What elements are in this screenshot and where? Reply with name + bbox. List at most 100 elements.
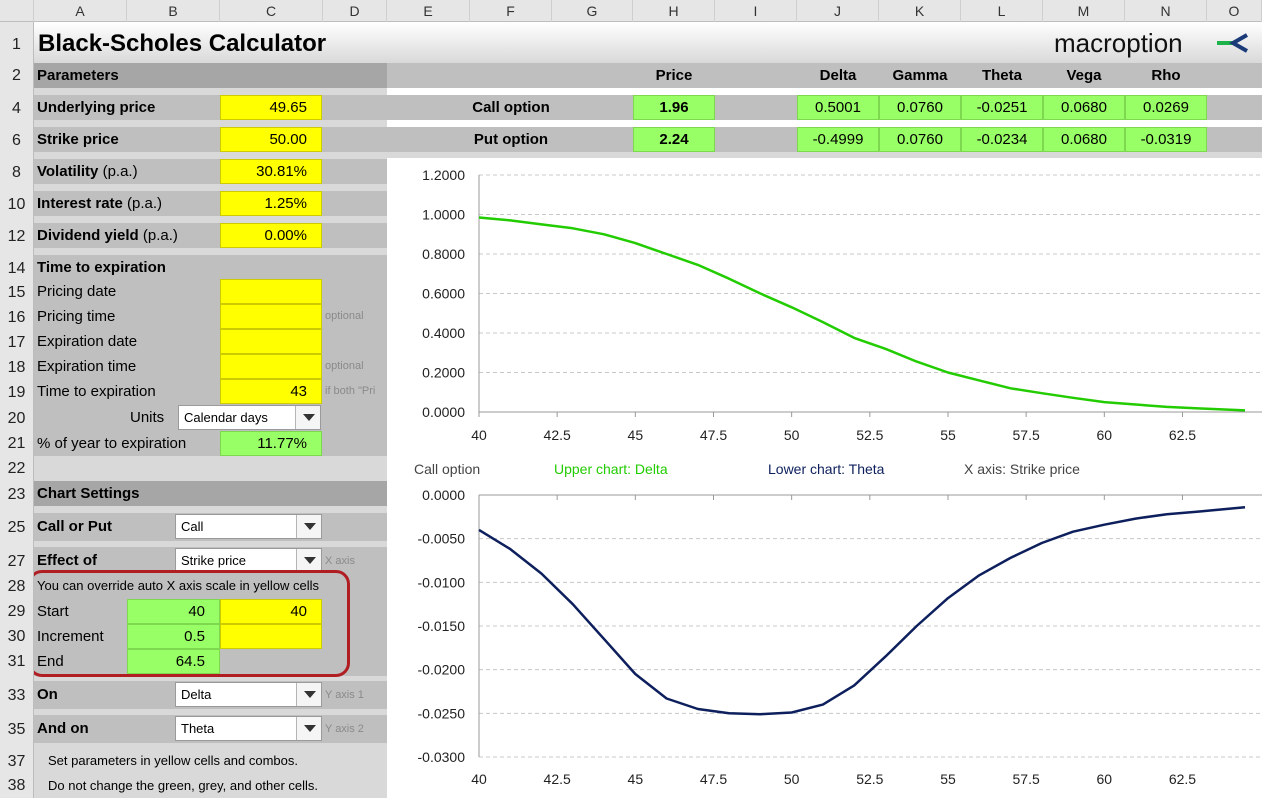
put-vega: 0.0680: [1043, 127, 1125, 152]
row-header-8[interactable]: 8: [0, 159, 34, 184]
effect-label: Effect of: [37, 552, 97, 569]
on-combo[interactable]: Delta: [175, 682, 322, 707]
andon-combo[interactable]: Theta: [175, 716, 322, 741]
greeks-bottom-border: [387, 152, 1262, 158]
pricing-time-input[interactable]: [220, 304, 322, 329]
row-header-14[interactable]: 14: [0, 255, 34, 280]
strike-label: Strike price: [37, 131, 119, 148]
pct-year-label: % of year to expiration: [37, 435, 187, 452]
row-header-12[interactable]: 12: [0, 223, 34, 248]
chevron-down-icon[interactable]: [296, 549, 321, 572]
column-header-e[interactable]: E: [387, 0, 470, 22]
legend-xaxis: X axis: Strike price: [964, 461, 1080, 477]
column-header-k[interactable]: K: [879, 0, 961, 22]
dividend-suffix: (p.a.): [142, 227, 178, 244]
row-header-29[interactable]: 29: [0, 599, 34, 624]
underlying-input[interactable]: 49.65: [220, 95, 322, 120]
row-header-22[interactable]: 22: [0, 456, 34, 481]
volatility-suffix: (p.a.): [102, 163, 138, 180]
theta-chart: 0.0000 -0.0050 -0.0100 -0.0150 -0.0200 -0.025…: [418, 487, 1262, 787]
chevron-down-icon[interactable]: [296, 683, 321, 706]
x-tick-label: 50: [784, 427, 800, 443]
column-header-h[interactable]: H: [633, 0, 715, 22]
row-header-20[interactable]: 20: [0, 405, 34, 430]
row-header-4[interactable]: 4: [0, 95, 34, 120]
row-header-2[interactable]: 2: [0, 63, 34, 88]
y-tick-label: -0.0050: [418, 531, 466, 547]
column-header-j[interactable]: J: [797, 0, 879, 22]
interest-input[interactable]: 1.25%: [220, 191, 322, 216]
row-header-23[interactable]: 23: [0, 481, 34, 506]
column-header-g[interactable]: G: [552, 0, 633, 22]
x-tick-label: 40: [471, 771, 487, 787]
column-header-o[interactable]: O: [1207, 0, 1262, 22]
x-tick-label: 57.5: [1013, 771, 1040, 787]
put-theta: -0.0234: [961, 127, 1043, 152]
units-combo[interactable]: Calendar days: [178, 405, 321, 430]
underlying-label: Underlying price: [37, 99, 156, 116]
tte-input[interactable]: 43: [220, 379, 322, 404]
row-header-10[interactable]: 10: [0, 191, 34, 216]
on-label: On: [37, 686, 58, 703]
put-gamma: 0.0760: [879, 127, 961, 152]
column-header-i[interactable]: I: [715, 0, 797, 22]
call-put-value: Call: [181, 519, 204, 534]
expiration-date-input[interactable]: [220, 329, 322, 354]
strike-input[interactable]: 50.00: [220, 127, 322, 152]
row-header-18[interactable]: 18: [0, 355, 34, 380]
put-price: 2.24: [633, 127, 715, 152]
row-header-37[interactable]: 37: [0, 749, 34, 774]
dividend-label: Dividend yield: [37, 227, 139, 244]
units-label: Units: [130, 409, 165, 426]
row-header-6[interactable]: 6: [0, 127, 34, 152]
x-tick-label: 62.5: [1169, 771, 1196, 787]
put-label: Put option: [473, 131, 549, 148]
chevron-down-icon[interactable]: [296, 515, 321, 538]
chart-settings-title: Chart Settings: [37, 485, 140, 502]
on-note: Y axis 1: [325, 689, 364, 701]
x-tick-label: 60: [1097, 771, 1113, 787]
y-tick-label: -0.0150: [418, 618, 466, 634]
column-header-a[interactable]: A: [34, 0, 127, 22]
dividend-input[interactable]: 0.00%: [220, 223, 322, 248]
tte-note: if both "Pri: [325, 385, 376, 397]
volatility-input[interactable]: 30.81%: [220, 159, 322, 184]
row-header-28[interactable]: 28: [0, 575, 34, 599]
row-header-1[interactable]: 1: [0, 22, 34, 63]
chevron-down-icon[interactable]: [296, 717, 321, 740]
expiration-time-input[interactable]: [220, 354, 322, 379]
x-tick-label: 45: [628, 427, 644, 443]
row-header-16[interactable]: 16: [0, 305, 34, 330]
pricing-date-input[interactable]: [220, 279, 322, 304]
row-header-27[interactable]: 27: [0, 547, 34, 575]
row-header-30[interactable]: 30: [0, 624, 34, 649]
column-header-f[interactable]: F: [470, 0, 552, 22]
row-header-25[interactable]: 25: [0, 513, 34, 541]
call-put-combo[interactable]: Call: [175, 514, 322, 539]
row-header-31[interactable]: 31: [0, 649, 34, 674]
column-header-c[interactable]: C: [220, 0, 323, 22]
column-header-l[interactable]: L: [961, 0, 1043, 22]
x-tick-label: 62.5: [1169, 427, 1196, 443]
interest-label: Interest rate: [37, 195, 123, 212]
chevron-down-icon[interactable]: [295, 406, 320, 429]
column-header-d[interactable]: D: [323, 0, 387, 22]
instruction-1: Set parameters in yellow cells and combo…: [48, 753, 299, 768]
row-header-33[interactable]: 33: [0, 681, 34, 709]
column-header-b[interactable]: B: [127, 0, 220, 22]
call-theta: -0.0251: [961, 95, 1043, 120]
row-header-38[interactable]: 38: [0, 774, 34, 798]
column-header-m[interactable]: M: [1043, 0, 1125, 22]
row-header-19[interactable]: 19: [0, 380, 34, 405]
row-header-21[interactable]: 21: [0, 431, 34, 456]
on-value: Delta: [181, 687, 212, 702]
select-all-corner[interactable]: [0, 0, 34, 22]
legend-lower: Lower chart: Theta: [768, 461, 885, 477]
row-header-15[interactable]: 15: [0, 280, 34, 305]
andon-note: Y axis 2: [325, 723, 364, 735]
row-header-35[interactable]: 35: [0, 715, 34, 743]
row-header-17[interactable]: 17: [0, 330, 34, 355]
column-header-n[interactable]: N: [1125, 0, 1207, 22]
legend-option: Call option: [414, 461, 481, 477]
expiration-time-label: Expiration time: [37, 358, 137, 375]
